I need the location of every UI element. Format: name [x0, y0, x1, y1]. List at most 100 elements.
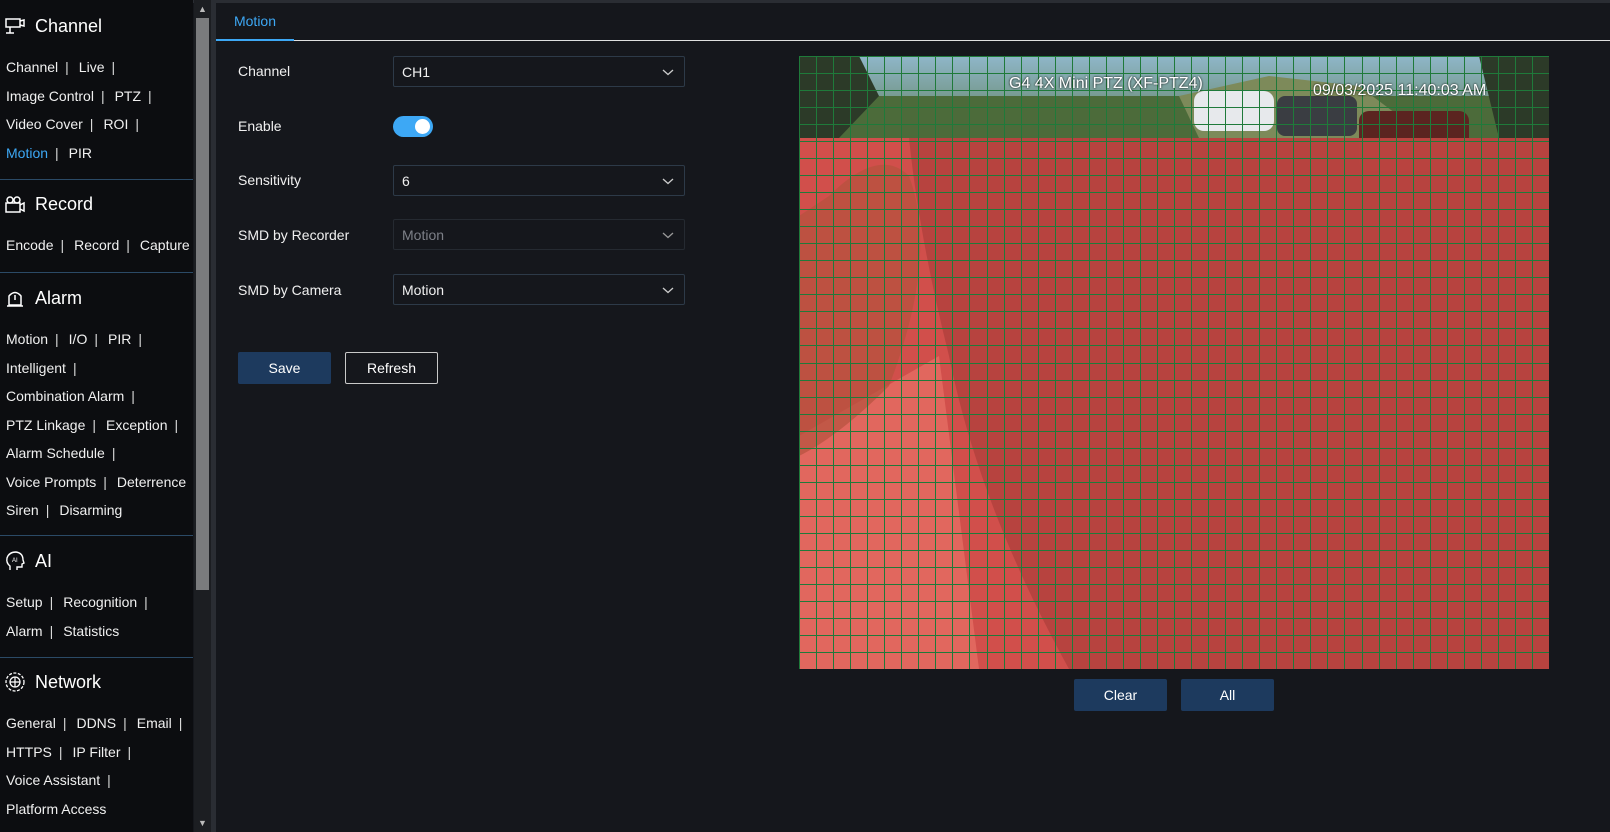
- sidebar-item-row: Intelligent |: [0, 354, 193, 383]
- sidebar-item-row: Voice Prompts|Deterrence|: [0, 468, 193, 497]
- smd-recorder-select: Motion: [393, 219, 685, 250]
- sidebar-item-siren[interactable]: Siren: [6, 502, 39, 518]
- sidebar-section-divider: [0, 657, 193, 658]
- clear-button[interactable]: Clear: [1074, 679, 1167, 711]
- chevron-down-icon: [662, 287, 674, 294]
- chevron-down-icon: [662, 69, 674, 76]
- sidebar-item-row: Motion | PIR: [0, 139, 193, 168]
- sidebar-section-label: Network: [35, 671, 102, 692]
- separator: |: [55, 144, 59, 161]
- sidebar-item-roi[interactable]: ROI: [103, 116, 128, 132]
- panel-divider: [211, 0, 216, 832]
- sidebar-item-general[interactable]: General: [6, 715, 56, 731]
- network-globe-icon: [4, 671, 26, 693]
- video-record-icon: [4, 193, 26, 215]
- sidebar-item-row: Channel | Live |: [0, 53, 193, 82]
- chevron-down-icon: [662, 178, 674, 185]
- sidebar-item-setup[interactable]: Setup: [6, 594, 43, 610]
- separator: |: [135, 116, 139, 133]
- camera-feed-image: [799, 56, 1549, 669]
- sidebar-item-video-cover[interactable]: Video Cover: [6, 116, 83, 132]
- sidebar-item-row: Platform Access: [0, 795, 193, 824]
- sidebar-item-voice-prompts[interactable]: Voice Prompts: [6, 474, 96, 490]
- sidebar-item-row: Combination Alarm |: [0, 382, 193, 411]
- sidebar-item-motion[interactable]: Motion: [6, 145, 48, 161]
- sidebar-item-platform-access[interactable]: Platform Access: [6, 801, 106, 817]
- separator: |: [45, 502, 50, 519]
- sidebar-item-i-o[interactable]: I/O: [69, 331, 88, 347]
- separator: |: [60, 237, 65, 254]
- sidebar-item-https[interactable]: HTTPS: [6, 744, 52, 760]
- sidebar-item-exception[interactable]: Exception: [106, 417, 167, 433]
- sidebar-item-ptz[interactable]: PTZ: [115, 88, 141, 104]
- sidebar-section-title[interactable]: Channel: [0, 13, 193, 39]
- sidebar-item-statistics[interactable]: Statistics: [63, 623, 119, 639]
- scroll-thumb[interactable]: [196, 18, 209, 590]
- smd-recorder-select-value: Motion: [402, 226, 445, 243]
- camera-icon: [4, 15, 26, 37]
- refresh-button[interactable]: Refresh: [345, 352, 438, 384]
- sidebar-item-email[interactable]: Email: [137, 715, 172, 731]
- enable-toggle[interactable]: [393, 116, 433, 137]
- sidebar-item-combination-alarm[interactable]: Combination Alarm: [6, 388, 124, 404]
- sidebar-section-divider: [0, 272, 193, 273]
- sidebar-item-encode[interactable]: Encode: [6, 237, 53, 253]
- toggle-knob: [415, 119, 430, 134]
- sidebar-item-disarming[interactable]: Disarming: [59, 502, 122, 518]
- sidebar-item-ptz-linkage[interactable]: PTZ Linkage: [6, 417, 85, 433]
- sidebar-section-title[interactable]: AI AI: [0, 548, 193, 574]
- sidebar-item-ip-filter[interactable]: IP Filter: [73, 744, 121, 760]
- tab-motion[interactable]: Motion: [216, 3, 294, 41]
- channel-select[interactable]: CH1: [393, 56, 685, 87]
- svg-text:AI: AI: [12, 558, 18, 564]
- sidebar-item-live[interactable]: Live: [79, 59, 105, 75]
- sidebar-item-recognition[interactable]: Recognition: [63, 594, 137, 610]
- separator: |: [103, 473, 107, 490]
- scroll-up-arrow-icon[interactable]: ▲: [198, 4, 207, 14]
- sidebar-item-ddns[interactable]: DDNS: [76, 715, 116, 731]
- sidebar-section-items: Encode | Record | Capture: [0, 231, 193, 260]
- sidebar-section-channel: Channel: [0, 13, 193, 39]
- chevron-down-icon: [662, 232, 674, 239]
- all-button[interactable]: All: [1181, 679, 1274, 711]
- sidebar-item-deterrence[interactable]: Deterrence: [117, 474, 186, 490]
- channel-select-value: CH1: [402, 63, 431, 80]
- sidebar-section-title[interactable]: Alarm: [0, 285, 193, 311]
- sidebar-item-row: HTTPS | IP Filter |: [0, 738, 193, 767]
- sidebar-section-divider: [0, 179, 193, 180]
- sensitivity-select[interactable]: 6: [393, 165, 685, 196]
- sidebar: Channel Channel | Live | Image Control | PTZ | Vi…: [0, 0, 193, 832]
- scroll-down-arrow-icon[interactable]: ▼: [198, 818, 207, 828]
- sidebar-item-capture[interactable]: Capture: [140, 237, 190, 253]
- sidebar-section-items: Motion | I/O | PIR | Intelligent | Combination A…: [0, 325, 193, 525]
- tab-bar: Motion: [216, 3, 1610, 41]
- sidebar-item-record[interactable]: Record: [74, 237, 119, 253]
- sidebar-item-motion[interactable]: Motion: [6, 331, 48, 347]
- sidebar-item-row: Voice Assistant |: [0, 766, 193, 795]
- sidebar-section-title[interactable]: Record: [0, 191, 193, 217]
- separator: |: [65, 59, 69, 76]
- sidebar-section-title[interactable]: Network: [0, 669, 193, 695]
- sidebar-item-pir[interactable]: PIR: [69, 145, 92, 161]
- sidebar-item-voice-assistant[interactable]: Voice Assistant: [6, 772, 100, 788]
- separator: |: [178, 715, 183, 732]
- motion-area-video[interactable]: G4 4X Mini PTZ (XF-PTZ4) 09/03/2025 11:4…: [799, 56, 1549, 669]
- sidebar-item-alarm[interactable]: Alarm: [6, 623, 43, 639]
- sidebar-item-channel[interactable]: Channel: [6, 59, 58, 75]
- smd-camera-label: SMD by Camera: [238, 282, 342, 298]
- sidebar-section-network: Network: [0, 669, 193, 695]
- sidebar-item-intelligent[interactable]: Intelligent: [6, 360, 66, 376]
- smd-recorder-label: SMD by Recorder: [238, 227, 350, 243]
- separator: |: [92, 416, 97, 433]
- sidebar-section-alarm: Alarm: [0, 285, 193, 311]
- sidebar-item-row: General | DDNS | Email |: [0, 709, 193, 738]
- sidebar-item-row: Image Control | PTZ |: [0, 82, 193, 111]
- smd-camera-select[interactable]: Motion: [393, 274, 685, 305]
- sidebar-item-alarm-schedule[interactable]: Alarm Schedule: [6, 445, 105, 461]
- sidebar-section-record: Record: [0, 191, 193, 217]
- osd-timestamp: 09/03/2025 11:40:03 AM: [1313, 82, 1487, 99]
- save-button[interactable]: Save: [238, 352, 331, 384]
- sidebar-item-pir[interactable]: PIR: [108, 331, 131, 347]
- sidebar-item-image-control[interactable]: Image Control: [6, 88, 94, 104]
- sidebar-scrollbar[interactable]: ▲ ▼: [194, 0, 211, 832]
